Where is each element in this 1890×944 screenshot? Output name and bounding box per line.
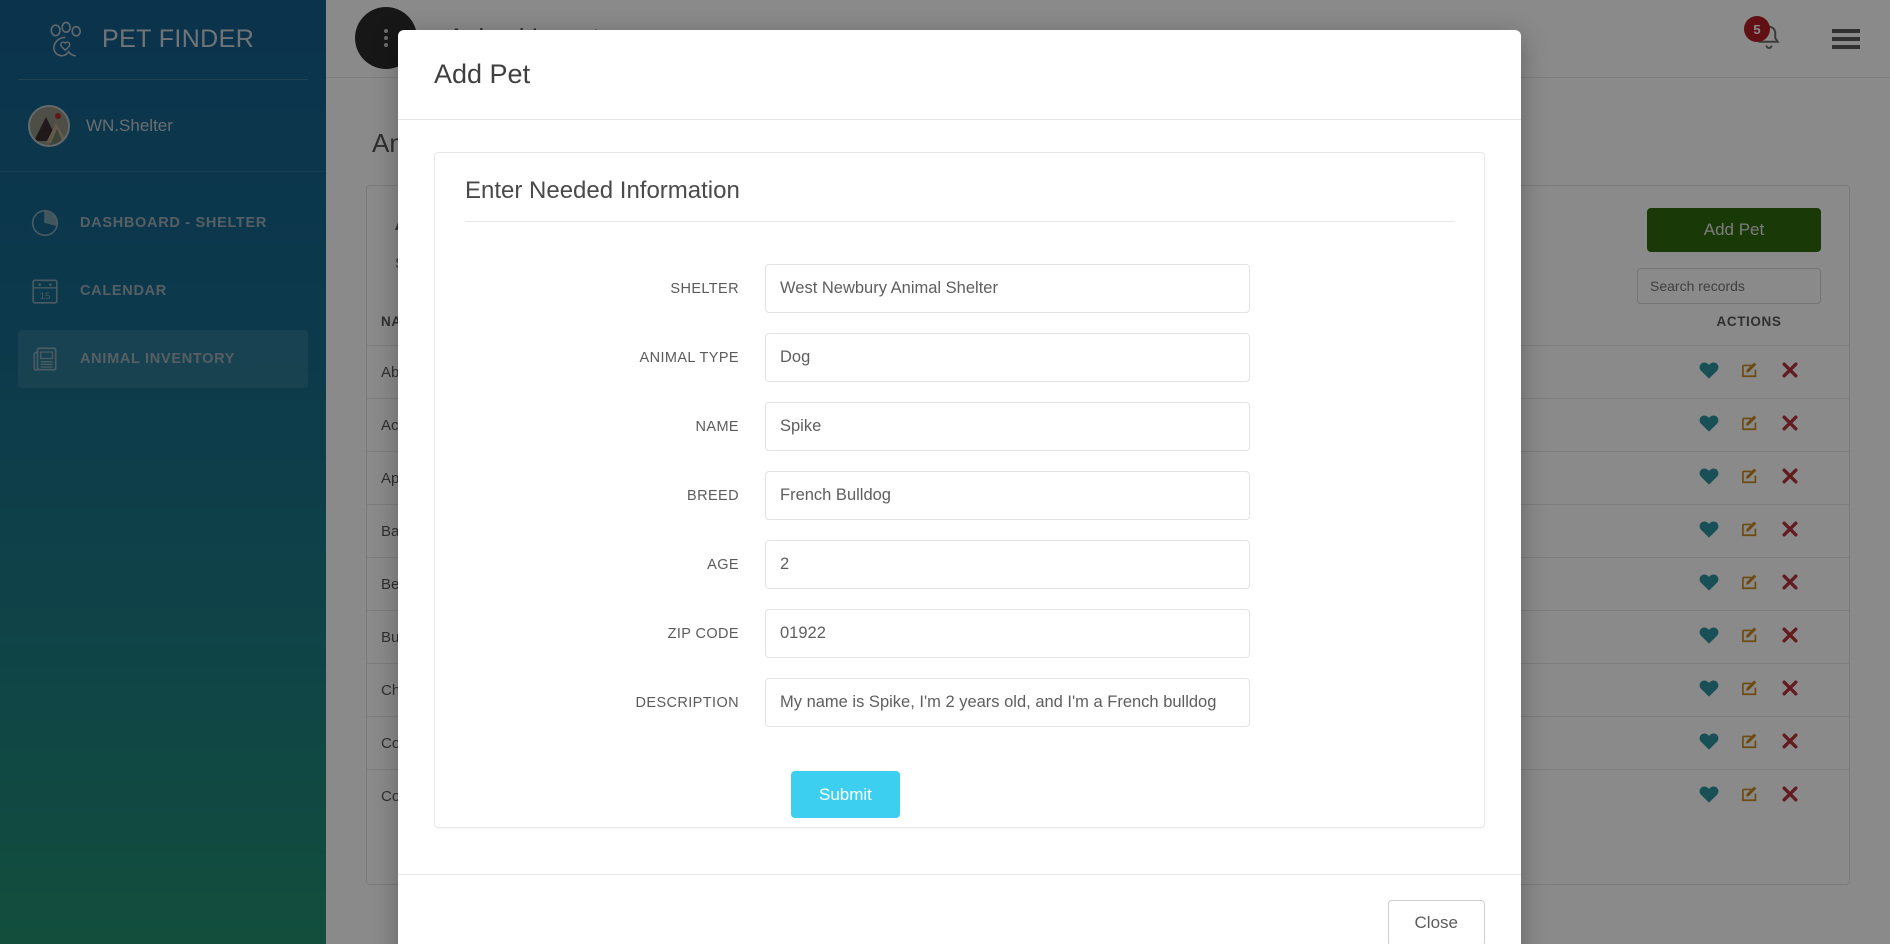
close-button[interactable]: Close [1387, 899, 1485, 944]
form-label: NAME [695, 418, 739, 435]
add-pet-modal: Add Pet Enter Needed Information SHELTER… [398, 30, 1521, 944]
submit-row: Submit [465, 747, 1454, 818]
form-fields: SHELTER ANIMAL TYPE NAME BREED AGE ZIP CODE DE… [465, 222, 1454, 727]
form-row: ANIMAL TYPE [465, 333, 1454, 382]
form-card-title: Enter Needed Information [465, 177, 1454, 222]
zip-code-input[interactable] [765, 609, 1250, 658]
form-label: DESCRIPTION [635, 694, 739, 711]
shelter-input[interactable] [765, 264, 1250, 313]
form-row: ZIP CODE [465, 609, 1454, 658]
modal-footer: Close [398, 874, 1521, 944]
form-label: SHELTER [670, 280, 739, 297]
form-label: BREED [687, 487, 739, 504]
form-row: NAME [465, 402, 1454, 451]
form-label: ANIMAL TYPE [639, 349, 739, 366]
description-input[interactable] [765, 678, 1250, 727]
form-label: AGE [707, 556, 739, 573]
breed-input[interactable] [765, 471, 1250, 520]
modal-title: Add Pet [434, 59, 531, 89]
form-row: AGE [465, 540, 1454, 589]
form-card: Enter Needed Information SHELTER ANIMAL T… [434, 152, 1485, 828]
modal-body: Enter Needed Information SHELTER ANIMAL T… [398, 120, 1521, 874]
form-row: DESCRIPTION [465, 678, 1454, 727]
form-row: SHELTER [465, 264, 1454, 313]
modal-header: Add Pet [398, 30, 1521, 120]
name-input[interactable] [765, 402, 1250, 451]
form-row: BREED [465, 471, 1454, 520]
form-label: ZIP CODE [667, 625, 739, 642]
age-input[interactable] [765, 540, 1250, 589]
animal-type-input[interactable] [765, 333, 1250, 382]
submit-button[interactable]: Submit [791, 771, 900, 818]
app-root: Animal Inventory 5 Animal Inventory A [0, 0, 1890, 944]
